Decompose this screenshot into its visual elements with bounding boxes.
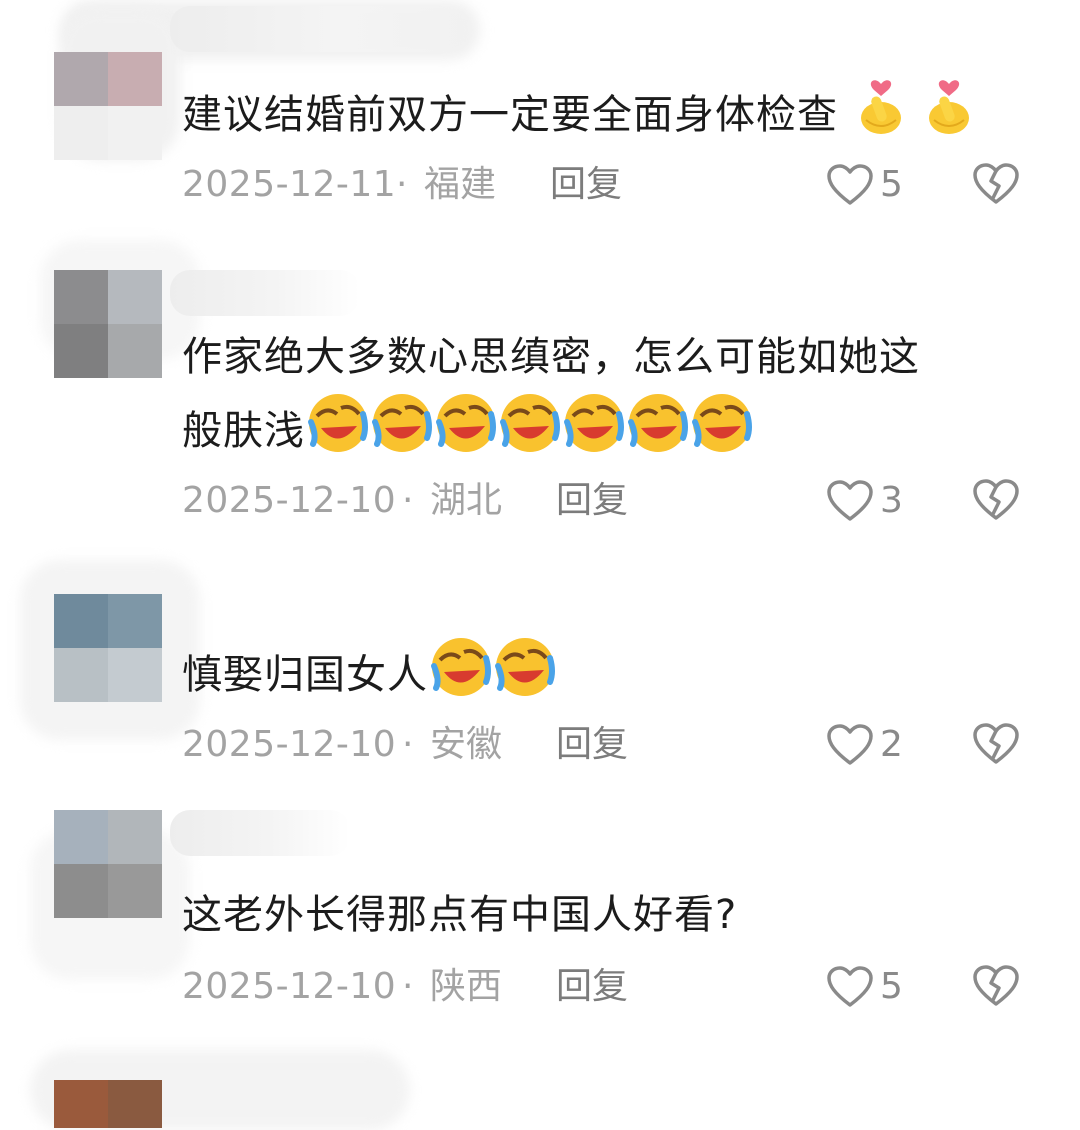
comment-location: 陕西 — [430, 966, 503, 1007]
avatar-pixel — [108, 864, 162, 918]
avatar-partial[interactable] — [54, 1080, 162, 1128]
avatar-pixel — [54, 1080, 108, 1128]
rofl-emoji-icon — [691, 392, 753, 476]
avatar-pixel — [108, 106, 162, 160]
like-button[interactable]: 5 — [826, 162, 903, 208]
comment-text-line: 作家绝大多数心思缜密，怎么可能如她这 — [182, 334, 920, 380]
avatar-pixel — [108, 1080, 162, 1128]
rofl-emoji-icon — [563, 392, 625, 476]
dislike-button[interactable] — [972, 722, 1020, 780]
finger-heart-emoji-icon — [854, 74, 908, 160]
rofl-emoji-icon — [430, 636, 492, 720]
rofl-emoji-icon — [371, 392, 433, 476]
like-count: 5 — [880, 164, 903, 205]
avatar-pixel — [54, 810, 108, 864]
username-redacted[interactable] — [170, 270, 360, 316]
comment-text-line: 这老外长得那点有中国人好看? — [182, 892, 738, 938]
comment-meta: 2025-12-10 · 湖北 回复 3 — [182, 476, 1042, 526]
broken-heart-icon — [973, 723, 1019, 764]
comment-date: 2025-12-11 — [182, 164, 397, 205]
avatar-pixel — [54, 106, 108, 160]
broken-heart-icon — [973, 479, 1019, 520]
avatar[interactable] — [54, 810, 162, 918]
avatar-pixel — [54, 648, 108, 702]
meta-separator: · — [402, 724, 414, 765]
rofl-emoji-icon — [499, 392, 561, 476]
avatar-pixel — [54, 864, 108, 918]
comment-text-line: 慎娶归国女人 — [182, 652, 428, 698]
heart-outline-icon — [827, 480, 873, 521]
comment-text-line: 建议结婚前双方一定要全面身体检查 — [182, 92, 838, 138]
comment-meta: 2025-12-10 · 陕西 回复 5 — [182, 962, 1042, 1012]
heart-outline-icon — [827, 164, 873, 205]
broken-heart-icon — [973, 965, 1019, 1006]
username-redacted[interactable] — [170, 810, 350, 856]
comment-text-line-2: 般肤浅 — [182, 392, 1022, 476]
username-redacted[interactable] — [170, 6, 470, 52]
meta-separator: · — [402, 480, 414, 521]
reply-button[interactable]: 回复 — [556, 476, 628, 526]
rofl-emoji-icon — [307, 392, 369, 476]
avatar-pixel — [108, 594, 162, 648]
comment-meta: 2025-12-10 · 安徽 回复 2 — [182, 720, 1042, 770]
heart-outline-icon — [827, 724, 873, 765]
comment-location: 福建 — [424, 164, 497, 205]
avatar-pixel — [108, 324, 162, 378]
finger-heart-emoji-icon — [922, 74, 976, 160]
dislike-button[interactable] — [972, 162, 1020, 220]
avatar-pixel — [108, 52, 162, 106]
dislike-button[interactable] — [972, 964, 1020, 1022]
like-count: 5 — [880, 966, 903, 1007]
rofl-emoji-icon — [627, 392, 689, 476]
reply-button[interactable]: 回复 — [556, 962, 628, 1012]
meta-separator: · — [402, 966, 414, 1007]
like-count: 3 — [880, 480, 903, 521]
heart-outline-icon — [827, 966, 873, 1007]
dislike-button[interactable] — [972, 478, 1020, 536]
like-button[interactable]: 3 — [826, 478, 903, 524]
avatar-pixel — [54, 594, 108, 648]
comment-date: 2025-12-10 — [182, 724, 397, 765]
comment-location: 安徽 — [430, 724, 503, 765]
avatar[interactable] — [54, 52, 162, 160]
comment-date: 2025-12-10 — [182, 966, 397, 1007]
comment-meta: 2025-12-11 · 福建 回复 5 — [182, 160, 1042, 210]
reply-button[interactable]: 回复 — [550, 160, 622, 210]
meta-separator: · — [396, 164, 408, 205]
comment-text: 建议结婚前双方一定要全面身体检查 — [182, 74, 1022, 160]
rofl-emoji-icon — [435, 392, 497, 476]
like-button[interactable]: 5 — [826, 964, 903, 1010]
broken-heart-icon — [973, 163, 1019, 204]
avatar-pixel — [54, 324, 108, 378]
like-count: 2 — [880, 724, 903, 765]
avatar-pixel — [108, 648, 162, 702]
avatar[interactable] — [54, 270, 162, 378]
comment-date: 2025-12-10 — [182, 480, 397, 521]
comment-location: 湖北 — [430, 480, 503, 521]
comment-text: 慎娶归国女人 — [182, 636, 1022, 720]
avatar-pixel — [108, 270, 162, 324]
rofl-emoji-icon — [494, 636, 556, 720]
avatar-pixel — [108, 810, 162, 864]
avatar-pixel — [54, 270, 108, 324]
avatar[interactable] — [54, 594, 162, 702]
comment-text-line-part: 般肤浅 — [182, 408, 305, 454]
comment-text: 这老外长得那点有中国人好看? — [182, 880, 1022, 950]
reply-button[interactable]: 回复 — [556, 720, 628, 770]
comment-text: 作家绝大多数心思缜密，怎么可能如她这 般肤浅 — [182, 322, 1022, 476]
like-button[interactable]: 2 — [826, 722, 903, 768]
avatar-pixel — [54, 52, 108, 106]
